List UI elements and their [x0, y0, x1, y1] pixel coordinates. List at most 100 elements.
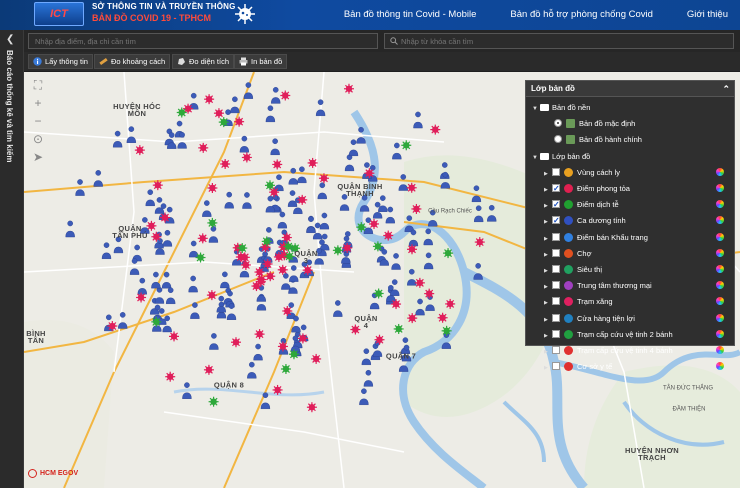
caret-down-icon[interactable]: ▼: [532, 103, 540, 116]
layer-checkbox[interactable]: [552, 329, 560, 338]
lockdown-point-marker[interactable]: [369, 218, 380, 229]
overlay-layer-item[interactable]: ▶ Điểm phong tỏa: [544, 182, 732, 195]
keyword-search-input[interactable]: [384, 33, 734, 49]
color-wheel-icon[interactable]: [716, 216, 724, 225]
color-wheel-icon[interactable]: [716, 281, 724, 290]
lockdown-point-marker[interactable]: [107, 321, 118, 332]
epidemic-point-marker[interactable]: [208, 396, 219, 407]
layer-checkbox[interactable]: [552, 346, 560, 354]
epidemic-point-marker[interactable]: [218, 117, 229, 128]
caret-right-icon[interactable]: ▶: [544, 281, 552, 294]
epidemic-point-marker[interactable]: [284, 251, 295, 262]
lockdown-point-marker[interactable]: [302, 265, 313, 276]
epidemic-point-marker[interactable]: [261, 236, 272, 247]
overlay-layer-item[interactable]: ▶ Vùng cách ly: [544, 166, 732, 179]
lockdown-point-marker[interactable]: [204, 94, 215, 105]
ict-logo[interactable]: ICT: [34, 2, 84, 26]
lockdown-point-marker[interactable]: [407, 244, 418, 255]
epidemic-point-marker[interactable]: [280, 364, 291, 375]
lockdown-point-marker[interactable]: [277, 341, 288, 352]
layer-checkbox[interactable]: [552, 182, 560, 195]
lockdown-point-marker[interactable]: [146, 220, 157, 231]
radio-button[interactable]: [554, 135, 562, 144]
overlay-layer-item[interactable]: ▶ Cơ sở y tế: [544, 360, 732, 373]
lockdown-point-marker[interactable]: [318, 173, 329, 184]
stats-sidebar-toggle[interactable]: ❮ Báo cáo thống kê và tìm kiếm: [0, 30, 24, 488]
locate-icon[interactable]: ➤: [30, 150, 46, 164]
base-layer-item[interactable]: Bản đồ hành chính: [554, 133, 732, 146]
lockdown-point-marker[interactable]: [254, 329, 265, 340]
overlay-layer-item[interactable]: ▶ Cửa hàng tiện lợi: [544, 312, 732, 325]
lockdown-point-marker[interactable]: [272, 159, 283, 170]
epidemic-point-marker[interactable]: [443, 248, 454, 259]
overlay-layer-item[interactable]: ▶ Chợ: [544, 247, 732, 260]
lockdown-point-marker[interactable]: [151, 231, 162, 242]
caret-right-icon[interactable]: ▶: [544, 168, 552, 181]
color-wheel-icon[interactable]: [716, 248, 724, 257]
lockdown-point-marker[interactable]: [311, 353, 322, 364]
caret-right-icon[interactable]: ▶: [544, 297, 552, 310]
color-wheel-icon[interactable]: [716, 265, 724, 273]
overlay-layer-item[interactable]: ▶ Ca dương tính: [544, 214, 732, 227]
epidemic-point-marker[interactable]: [372, 241, 383, 252]
base-layer-item[interactable]: Bản đồ mặc định: [554, 117, 732, 130]
layer-group-overlay[interactable]: ▼ Lớp bản đồ: [532, 150, 732, 163]
epidemic-point-marker[interactable]: [283, 241, 294, 252]
layer-checkbox[interactable]: [552, 232, 560, 241]
color-wheel-icon[interactable]: [716, 167, 724, 176]
caret-right-icon[interactable]: ▶: [544, 233, 552, 246]
lockdown-point-marker[interactable]: [414, 277, 425, 288]
lockdown-point-marker[interactable]: [342, 242, 353, 253]
layer-checkbox[interactable]: [552, 297, 560, 306]
fullscreen-icon[interactable]: ⛶: [30, 78, 46, 92]
caret-right-icon[interactable]: ▶: [544, 330, 552, 343]
epidemic-point-marker[interactable]: [207, 217, 218, 228]
lockdown-point-marker[interactable]: [406, 182, 417, 193]
lockdown-point-marker[interactable]: [391, 299, 402, 310]
chevron-up-icon[interactable]: ⌃: [722, 81, 730, 97]
epidemic-point-marker[interactable]: [356, 222, 367, 233]
color-wheel-icon[interactable]: [716, 362, 724, 371]
layer-checkbox[interactable]: [552, 362, 560, 371]
lockdown-point-marker[interactable]: [297, 333, 308, 344]
epidemic-point-marker[interactable]: [401, 140, 412, 151]
lockdown-point-marker[interactable]: [280, 90, 291, 101]
lockdown-point-marker[interactable]: [206, 290, 217, 301]
color-wheel-icon[interactable]: [716, 200, 724, 209]
epidemic-point-marker[interactable]: [288, 349, 299, 360]
lockdown-point-marker[interactable]: [307, 157, 318, 168]
lockdown-point-marker[interactable]: [281, 232, 292, 243]
lockdown-point-marker[interactable]: [282, 305, 293, 316]
print-map-button[interactable]: In bản đồ: [234, 54, 288, 69]
radio-button[interactable]: [554, 119, 562, 128]
epidemic-point-marker[interactable]: [195, 252, 206, 263]
layer-panel-header[interactable]: Lớp bản đồ ⌃: [526, 81, 734, 97]
color-wheel-icon[interactable]: [716, 297, 724, 306]
lockdown-point-marker[interactable]: [152, 180, 163, 191]
lockdown-point-marker[interactable]: [134, 145, 145, 156]
lockdown-point-marker[interactable]: [136, 292, 147, 303]
layer-checkbox[interactable]: [552, 281, 560, 290]
lockdown-point-marker[interactable]: [230, 337, 241, 348]
reset-view-icon[interactable]: ⊙: [30, 132, 46, 146]
lockdown-point-marker[interactable]: [241, 152, 252, 163]
lockdown-point-marker[interactable]: [269, 187, 280, 198]
caret-right-icon[interactable]: ▶: [544, 249, 552, 262]
lockdown-point-marker[interactable]: [383, 230, 394, 241]
layer-checkbox[interactable]: [552, 167, 560, 176]
lockdown-point-marker[interactable]: [220, 158, 231, 169]
lockdown-point-marker[interactable]: [430, 124, 441, 135]
lockdown-point-marker[interactable]: [272, 384, 283, 395]
color-wheel-icon[interactable]: [716, 232, 724, 241]
epidemic-point-marker[interactable]: [237, 243, 248, 254]
overlay-layer-item[interactable]: ▶ Trạm cấp cứu vệ tinh 2 bánh: [544, 328, 732, 341]
caret-right-icon[interactable]: ▶: [544, 184, 552, 197]
lockdown-point-marker[interactable]: [159, 212, 170, 223]
epidemic-point-marker[interactable]: [264, 180, 275, 191]
caret-right-icon[interactable]: ▶: [544, 362, 552, 375]
color-wheel-icon[interactable]: [716, 329, 724, 338]
lockdown-point-marker[interactable]: [234, 116, 245, 127]
epidemic-point-marker[interactable]: [441, 325, 452, 336]
nav-support-map[interactable]: Bản đồ hỗ trợ phòng chống Covid: [510, 0, 653, 30]
lockdown-point-marker[interactable]: [407, 313, 418, 324]
